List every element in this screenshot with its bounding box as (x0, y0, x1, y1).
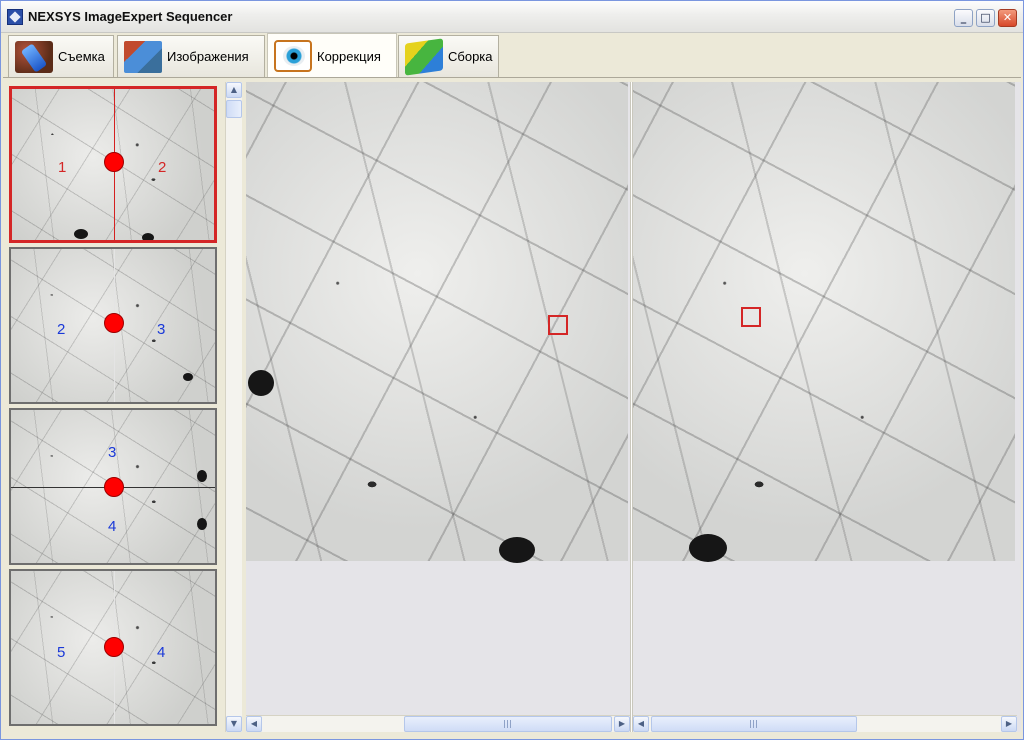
tab-correction[interactable]: Коррекция (267, 33, 397, 78)
pore (183, 373, 193, 381)
pore (197, 470, 207, 482)
frame-number-right: 3 (157, 321, 166, 338)
camera-icon (15, 40, 53, 73)
scroll-right-arrow-icon[interactable]: ▶ (614, 716, 630, 732)
scroll-thumb[interactable] (651, 716, 857, 732)
grip-icon (504, 720, 512, 728)
tab-label: Изображения (167, 49, 249, 64)
window-title: NEXSYS ImageExpert Sequencer (28, 9, 233, 24)
scroll-thumb[interactable] (226, 100, 242, 118)
scroll-right-arrow-icon[interactable]: ▶ (1001, 716, 1017, 732)
scroll-left-arrow-icon[interactable]: ◀ (633, 716, 649, 732)
thumbnail-scrollbar[interactable]: ▲ ▼ (225, 82, 242, 732)
pore (499, 537, 535, 563)
horizontal-scrollbar[interactable]: ◀ ▶ (633, 715, 1017, 732)
pore (142, 233, 154, 240)
viewer-left[interactable]: ◀ ▶ (246, 82, 630, 732)
pore (248, 370, 274, 396)
eye-icon (274, 40, 312, 72)
frame-number-top: 3 (108, 444, 117, 461)
overlap-marker[interactable] (104, 637, 124, 657)
scroll-thumb[interactable] (404, 716, 612, 732)
viewer-right[interactable]: ◀ ▶ (633, 82, 1017, 732)
micrograph-image-left (246, 82, 628, 561)
micrograph-image-right (633, 82, 1015, 561)
thumbnail-pair[interactable]: 2 3 (9, 247, 217, 404)
frame-number-left: 5 (57, 644, 66, 661)
tab-label: Сборка (448, 49, 493, 64)
tab-label: Коррекция (317, 48, 381, 64)
images-icon (124, 40, 162, 73)
overlap-marker[interactable] (104, 313, 124, 333)
image-viewers: ◀ ▶ ◀ ▶ (246, 82, 1021, 732)
cube-icon (405, 37, 443, 76)
scroll-left-arrow-icon[interactable]: ◀ (246, 716, 262, 732)
maximize-button[interactable]: □ (976, 9, 995, 27)
pore (689, 534, 727, 562)
content-area: 1 2 2 3 3 4 5 4 ▲ ▼ ◀ ▶ ◀ ▶ (3, 77, 1021, 733)
tab-label: Съемка (58, 49, 105, 64)
title-bar[interactable]: NEXSYS ImageExpert Sequencer _ □ ✕ (1, 1, 1023, 33)
pore (197, 518, 207, 530)
grip-icon (750, 720, 758, 728)
tab-assembly[interactable]: Сборка (398, 35, 499, 77)
pore (74, 229, 88, 239)
frame-number-left: 1 (58, 159, 67, 176)
scroll-up-arrow-icon[interactable]: ▲ (226, 82, 242, 98)
app-window: NEXSYS ImageExpert Sequencer _ □ ✕ Съемк… (0, 0, 1024, 740)
minimize-button[interactable]: _ (954, 9, 973, 27)
thumbnail-pair[interactable]: 1 2 (9, 86, 217, 243)
frame-number-right: 2 (158, 159, 167, 176)
tab-images[interactable]: Изображения (117, 35, 265, 77)
overlap-marker[interactable] (104, 477, 124, 497)
horizontal-scrollbar[interactable]: ◀ ▶ (246, 715, 630, 732)
match-marker[interactable] (741, 307, 761, 327)
thumbnail-list: 1 2 2 3 3 4 5 4 (9, 82, 225, 732)
match-marker[interactable] (548, 315, 568, 335)
frame-number-right: 4 (157, 644, 166, 661)
tab-bar: Съемка Изображения Коррекция Сборка (1, 33, 1023, 78)
close-button[interactable]: ✕ (998, 9, 1017, 27)
frame-number-bottom: 4 (108, 518, 117, 535)
app-icon (7, 9, 23, 25)
frame-number-left: 2 (57, 321, 66, 338)
tab-capture[interactable]: Съемка (8, 35, 114, 77)
overlap-marker[interactable] (104, 152, 124, 172)
scroll-down-arrow-icon[interactable]: ▼ (226, 716, 242, 732)
thumbnail-pair[interactable]: 3 4 (9, 408, 217, 565)
thumbnail-pair[interactable]: 5 4 (9, 569, 217, 726)
